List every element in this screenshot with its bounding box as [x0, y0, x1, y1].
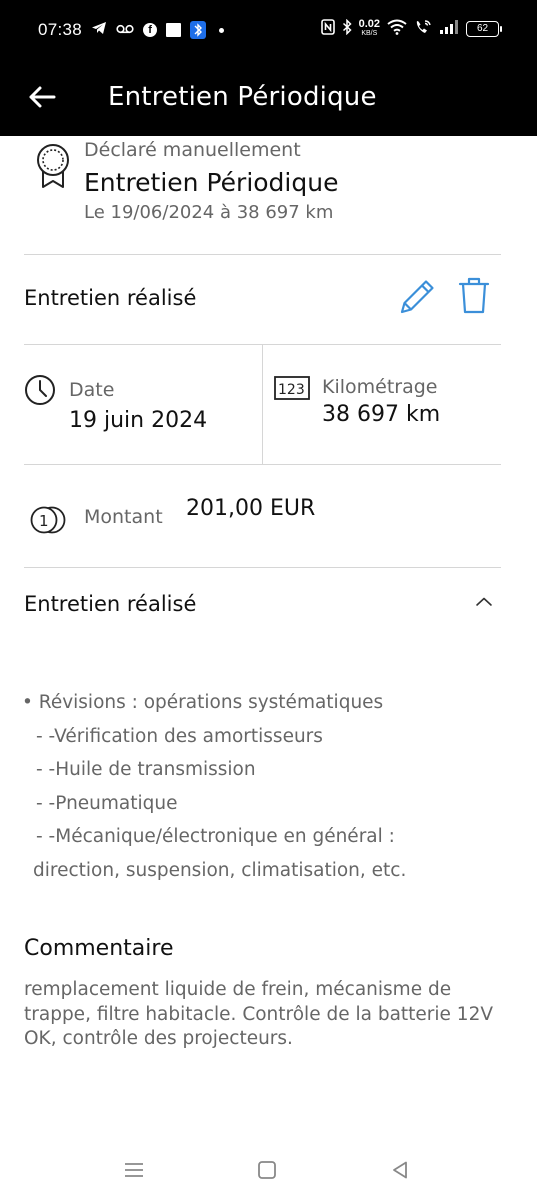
- back-triangle-icon: [393, 1161, 407, 1179]
- arrow-left-icon: [29, 86, 56, 108]
- award-badge-icon: [33, 143, 73, 189]
- delete-button[interactable]: [458, 276, 490, 316]
- date-label: Date: [69, 379, 115, 401]
- details-line: • Révisions : opérations systématiques: [22, 692, 384, 713]
- odometer-icon: 123: [274, 376, 310, 400]
- comment-title: Commentaire: [24, 936, 174, 961]
- details-line: - -Vérification des amortisseurs: [36, 725, 323, 747]
- details-line: - -Mécanique/électronique en général :: [36, 826, 395, 847]
- vertical-divider: [262, 345, 263, 465]
- entry-title: Entretien Périodique: [84, 168, 339, 197]
- network-speed-value: 0.02: [358, 18, 380, 30]
- entry-source: Déclaré manuellement: [84, 139, 301, 161]
- page-title: Entretien Périodique: [108, 82, 377, 112]
- bluetooth-app-icon: [190, 21, 207, 39]
- app-bar: Entretien Périodique: [0, 62, 537, 136]
- bluetooth-icon: [342, 18, 352, 39]
- news-icon: [166, 23, 182, 37]
- details-toggle-button[interactable]: [470, 590, 498, 614]
- voicemail-icon: [116, 22, 134, 38]
- system-nav-bar: [0, 1140, 537, 1200]
- svg-text:123: 123: [278, 382, 305, 398]
- home-square-icon: [258, 1161, 276, 1179]
- system-back-button[interactable]: [386, 1156, 414, 1184]
- entry-date-line: Le 19/06/2024 à 38 697 km: [84, 202, 334, 223]
- menu-icon: [125, 1163, 143, 1177]
- mileage-value: 38 697 km: [322, 402, 441, 427]
- pencil-icon: [400, 280, 434, 314]
- amount-label: Montant: [84, 506, 163, 528]
- facebook-icon: f: [143, 23, 158, 37]
- divider: [24, 567, 501, 568]
- details-list: • Révisions : opérations systématiques -…: [22, 686, 502, 887]
- comment-text: remplacement liquide de frein, mécanisme…: [24, 979, 493, 1049]
- telegram-icon: [91, 21, 107, 39]
- dot-icon: [219, 27, 225, 33]
- status-bar: 07:38 f 0.02 KB/S 62: [0, 0, 537, 62]
- trash-icon: [458, 277, 490, 314]
- back-button[interactable]: [24, 79, 60, 115]
- mileage-label: Kilométrage: [322, 376, 438, 398]
- recent-apps-button[interactable]: [120, 1156, 148, 1184]
- details-line: - -Pneumatique: [36, 792, 178, 814]
- clock-icon: [24, 374, 56, 406]
- edit-button[interactable]: [398, 276, 438, 316]
- battery-indicator: 62: [466, 21, 502, 37]
- divider: [24, 254, 501, 255]
- network-speed-unit: KB/S: [361, 30, 378, 37]
- wifi-call-icon: [414, 19, 432, 39]
- divider: [24, 464, 501, 465]
- date-value: 19 juin 2024: [69, 408, 208, 433]
- amount-value: 201,00 EUR: [186, 496, 316, 521]
- maintenance-done-title: Entretien réalisé: [24, 286, 197, 310]
- status-bar-left: 07:38 f: [38, 20, 225, 40]
- network-speed: 0.02 KB/S: [358, 18, 380, 38]
- status-time: 07:38: [38, 20, 83, 39]
- coin-icon: 1: [29, 505, 67, 535]
- status-bar-right: 0.02 KB/S 62: [320, 18, 502, 39]
- signal-icon: [439, 19, 459, 39]
- home-button[interactable]: [253, 1156, 281, 1184]
- svg-text:1: 1: [39, 512, 49, 530]
- wifi-icon: [387, 19, 407, 39]
- details-line: direction, suspension, climatisation, et…: [33, 859, 407, 881]
- chevron-up-icon: [476, 597, 492, 606]
- details-line: - -Huile de transmission: [36, 759, 256, 780]
- details-section-title: Entretien réalisé: [24, 592, 197, 616]
- nfc-icon: [320, 19, 335, 39]
